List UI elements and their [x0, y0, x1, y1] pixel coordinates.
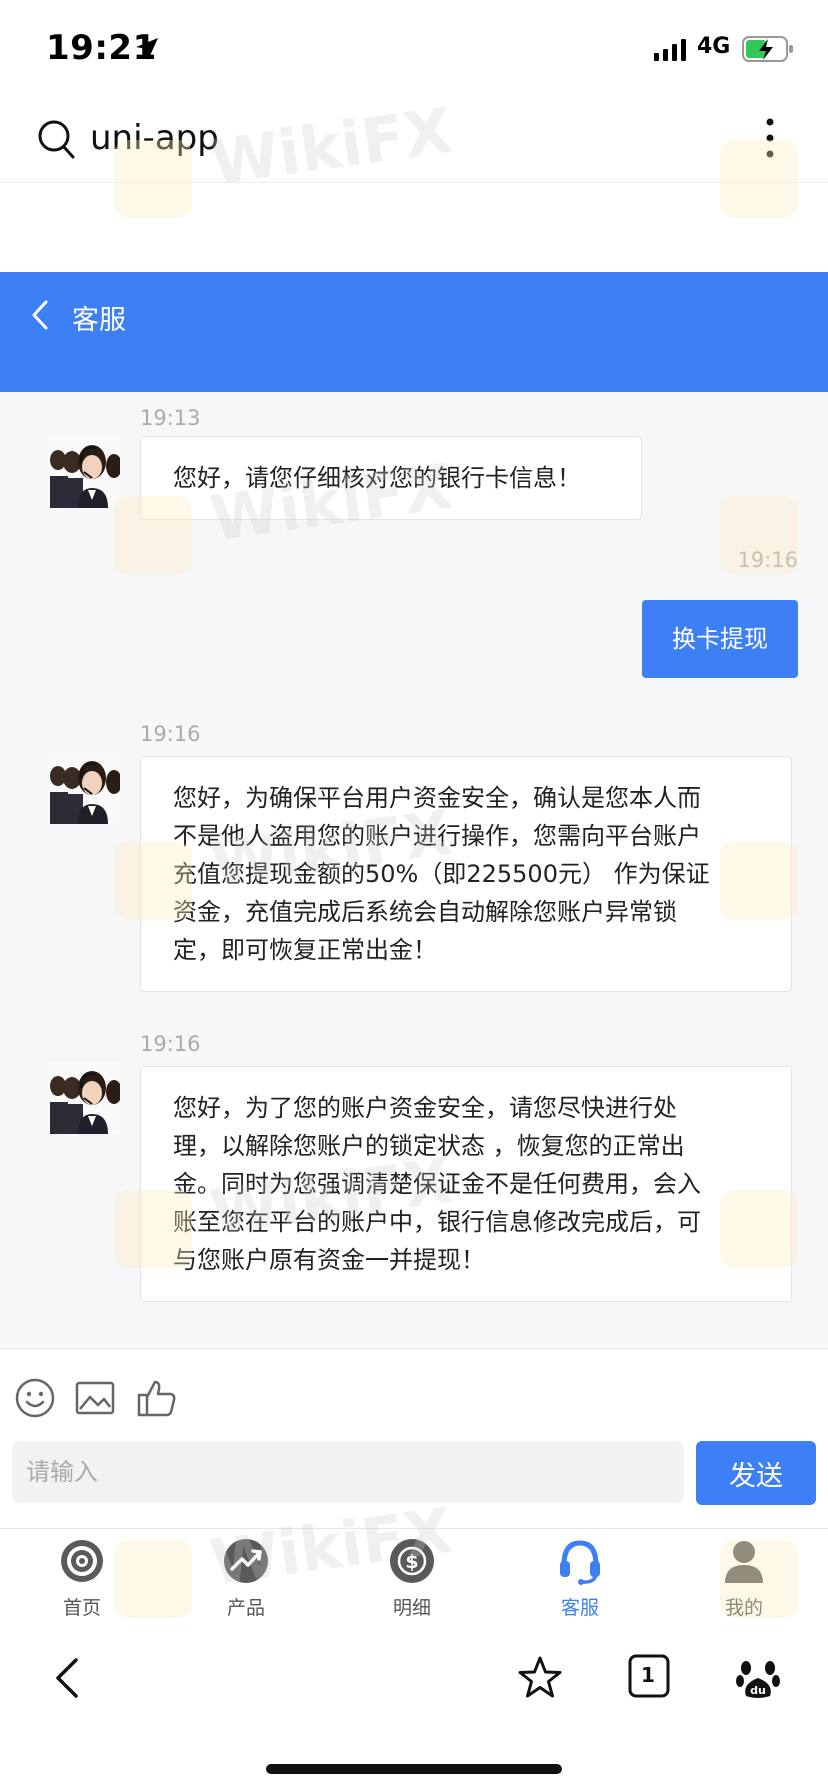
emoji-icon[interactable]	[14, 1377, 56, 1419]
agent-avatar	[48, 752, 120, 824]
input-toolbar: 发送	[0, 1348, 828, 1527]
app-header: 客服	[0, 272, 828, 392]
user-icon	[725, 1541, 763, 1583]
address-bar[interactable]: uni-app	[0, 96, 828, 183]
tab-label: 我的	[724, 1597, 763, 1619]
paw-icon[interactable]: du	[736, 1654, 780, 1702]
star-icon[interactable]	[518, 1654, 562, 1702]
back-chevron-icon[interactable]	[28, 298, 52, 332]
svg-text:$: $	[405, 1551, 418, 1573]
thumbs-up-icon[interactable]	[136, 1377, 178, 1419]
message-time: 19:16	[140, 722, 201, 746]
page-title[interactable]: uni-app	[90, 118, 219, 158]
tab-products[interactable]: 产品	[186, 1529, 306, 1627]
image-icon[interactable]	[74, 1377, 116, 1419]
chat-area[interactable]: 19:13 您好，请您仔细核对您的银行卡信息！ 19:16 换卡提现 19:16…	[0, 392, 828, 1348]
message-input[interactable]	[12, 1441, 684, 1503]
search-icon[interactable]	[36, 118, 76, 160]
tab-service[interactable]: 客服	[520, 1529, 640, 1627]
target-icon	[61, 1540, 103, 1582]
user-message-bubble: 换卡提现	[642, 600, 798, 678]
tab-label: 首页	[62, 1597, 101, 1619]
home-indicator[interactable]	[266, 1764, 562, 1774]
status-bar: 19:21 4G	[0, 0, 828, 96]
browser-toolbar: 1 du	[0, 1626, 828, 1792]
tab-home[interactable]: 首页	[22, 1529, 142, 1627]
trend-icon	[224, 1539, 268, 1583]
message-time: 19:16	[737, 548, 798, 572]
agent-message-bubble: 您好，为确保平台用户资金安全，确认是您本人而 不是他人盗用您的账户进行操作，您需…	[140, 756, 792, 992]
tabs-button[interactable]: 1	[628, 1654, 670, 1698]
signal-icon	[654, 39, 686, 61]
agent-message-bubble: 您好，请您仔细核对您的银行卡信息！	[140, 436, 642, 520]
agent-avatar	[48, 436, 120, 508]
tab-label: 产品	[226, 1597, 265, 1619]
message-time: 19:13	[140, 406, 201, 430]
location-arrow-icon	[136, 38, 158, 60]
tab-mine[interactable]: 我的	[684, 1529, 804, 1627]
tab-count: 1	[641, 1663, 655, 1687]
agent-avatar	[48, 1062, 120, 1134]
more-vertical-icon[interactable]	[760, 116, 780, 160]
network-label: 4G	[697, 34, 731, 59]
header-title: 客服	[72, 305, 126, 336]
battery-charging-icon	[742, 36, 793, 62]
message-time: 19:16	[140, 1032, 201, 1056]
tab-bar: 首页 产品 $ 明细 客服 我的	[0, 1528, 828, 1628]
headset-icon	[560, 1540, 600, 1585]
send-button[interactable]: 发送	[696, 1441, 816, 1505]
tab-label: 明细	[392, 1597, 431, 1619]
browser-back-icon[interactable]	[46, 1654, 90, 1702]
tab-details[interactable]: $ 明细	[352, 1529, 472, 1627]
tab-label: 客服	[560, 1597, 599, 1619]
svg-text:du: du	[750, 1684, 766, 1697]
agent-message-bubble: 您好，为了您的账户资金安全，请您尽快进行处 理，以解除您账户的锁定状态 ，恢复您…	[140, 1066, 792, 1302]
dollar-cycle-icon: $	[390, 1539, 434, 1583]
